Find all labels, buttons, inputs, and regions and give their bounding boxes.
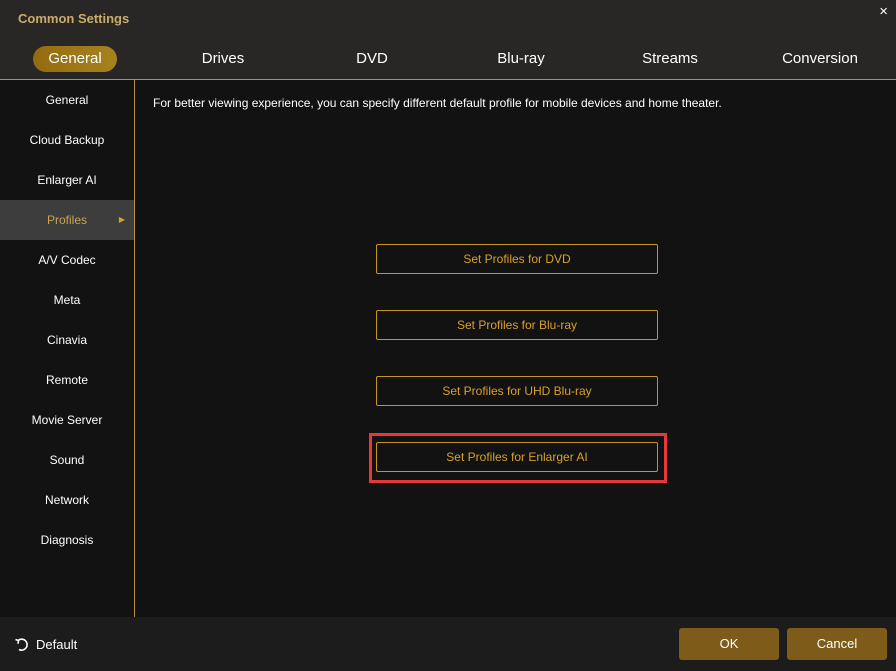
sidebar-item-profiles[interactable]: Profiles ▶ [0,200,134,240]
sidebar-item-label: Profiles [46,213,87,227]
ok-button[interactable]: OK [679,628,779,660]
sidebar-item-movie-server[interactable]: Movie Server [0,400,134,440]
sidebar-item-sound[interactable]: Sound [0,440,134,480]
description-text: For better viewing experience, you can s… [153,96,722,110]
set-profiles-dvd-button[interactable]: Set Profiles for DVD [376,244,658,274]
sidebar-item-av-codec[interactable]: A/V Codec [0,240,134,280]
sidebar-item-cloud-backup[interactable]: Cloud Backup [0,120,134,160]
tab-drives[interactable]: Drives [183,46,263,72]
sidebar-item-enlarger-ai[interactable]: Enlarger AI [0,160,134,200]
tab-bluray[interactable]: Blu-ray [481,46,561,72]
tab-streams[interactable]: Streams [630,46,710,72]
caret-right-icon: ▶ [118,215,125,224]
sidebar-item-meta[interactable]: Meta [0,280,134,320]
sidebar-item-remote[interactable]: Remote [0,360,134,400]
set-profiles-bluray-button[interactable]: Set Profiles for Blu-ray [376,310,658,340]
sidebar-item-general[interactable]: General [0,80,134,120]
sidebar: General Cloud Backup Enlarger AI Profile… [0,80,134,617]
sidebar-item-diagnosis[interactable]: Diagnosis [0,520,134,560]
tab-general[interactable]: General [33,46,117,72]
sidebar-divider [134,80,135,617]
tab-conversion[interactable]: Conversion [770,46,870,72]
close-icon[interactable]: × [879,3,888,20]
default-button[interactable]: Default [14,636,77,652]
tab-bar: General Drives DVD Blu-ray Streams Conve… [0,46,896,72]
tab-dvd[interactable]: DVD [332,46,412,72]
sidebar-item-network[interactable]: Network [0,480,134,520]
window-title: Common Settings [18,11,130,26]
default-label: Default [36,636,78,652]
set-profiles-uhd-bluray-button[interactable]: Set Profiles for UHD Blu-ray [376,376,658,406]
set-profiles-enlarger-ai-button[interactable]: Set Profiles for Enlarger AI [376,442,658,472]
header: Common Settings × General Drives DVD Blu… [0,0,896,79]
cancel-button[interactable]: Cancel [787,628,887,660]
footer: Default OK Cancel [0,617,896,671]
sidebar-item-cinavia[interactable]: Cinavia [0,320,134,360]
reset-icon [15,638,28,651]
